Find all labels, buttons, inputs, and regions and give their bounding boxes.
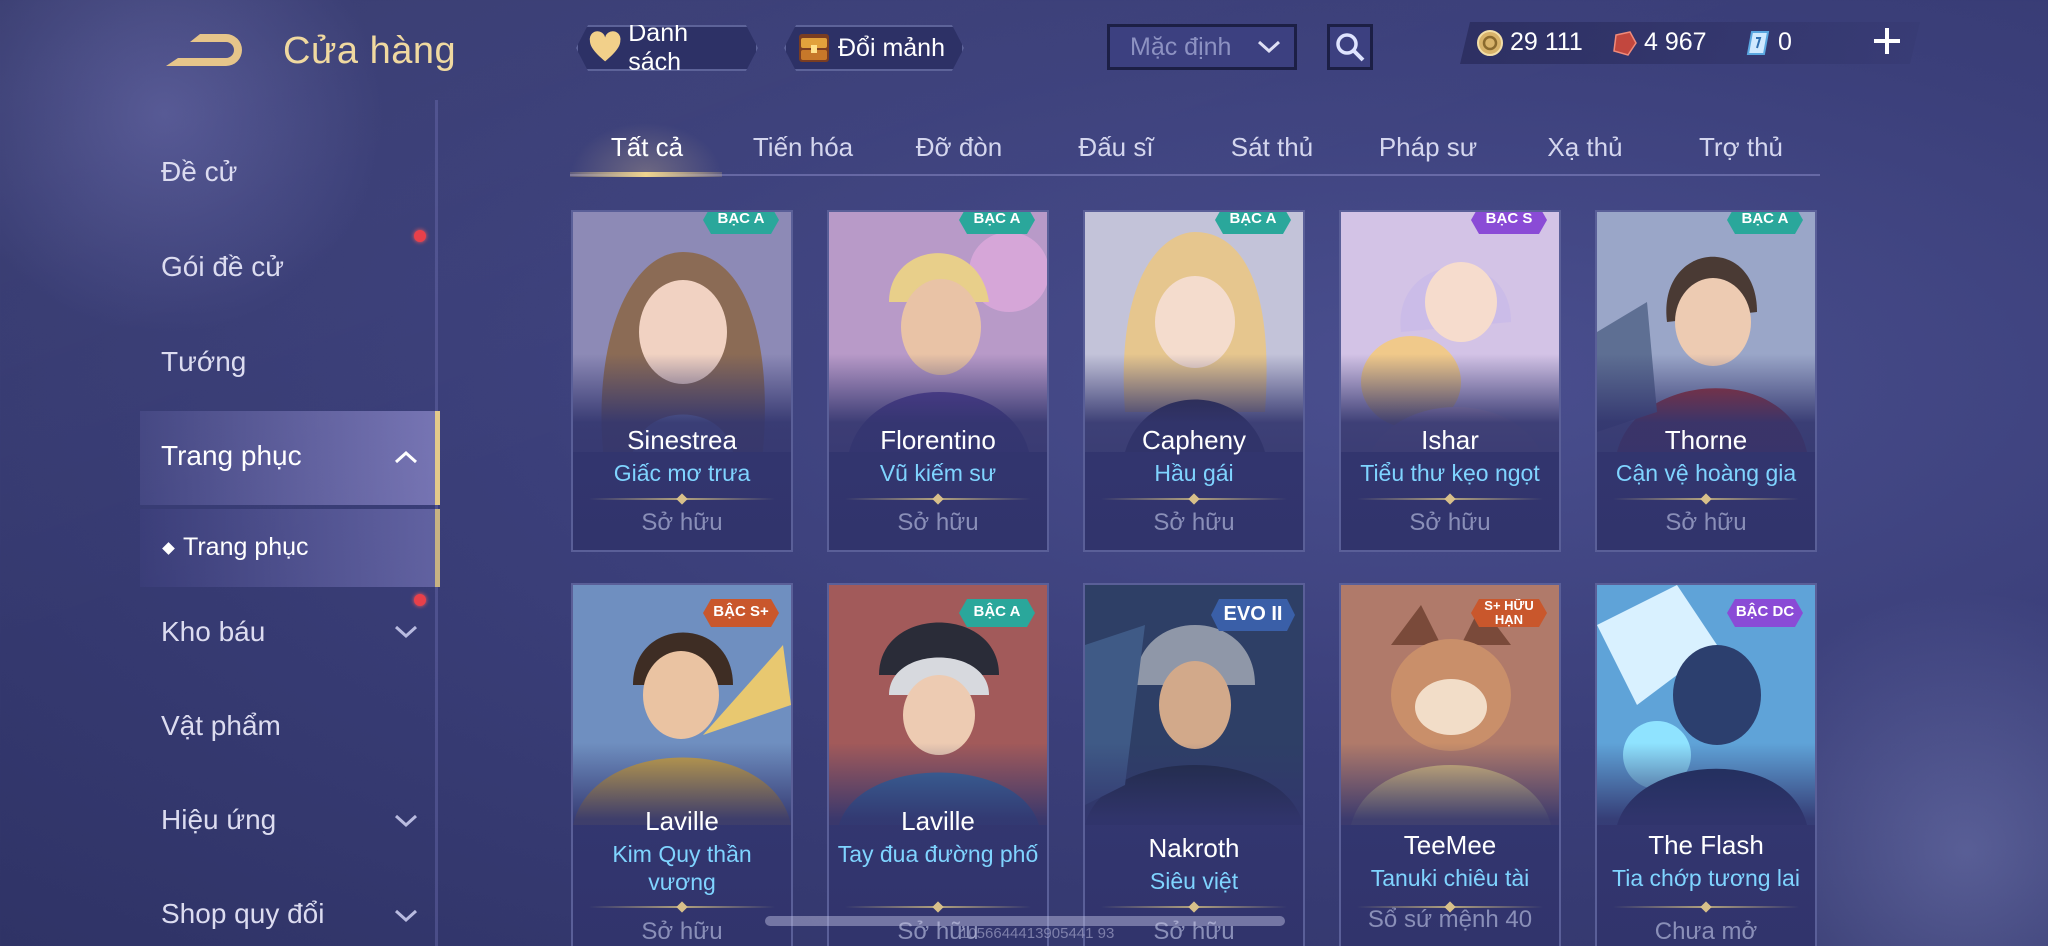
tier-badge: S+ HỮU HẠN <box>1471 599 1547 627</box>
hero-name: Thorne <box>1664 425 1748 455</box>
skin-card[interactable]: BẬC A Laville Tay đua đường phố Sở hữu <box>827 583 1049 946</box>
hero-name: Florentino <box>880 425 996 455</box>
list-button-label: Danh sách <box>628 19 689 76</box>
chevron-down-icon <box>394 625 418 639</box>
skin-name: Tiểu thư kẹo ngọt <box>1360 460 1540 486</box>
ownership-status: Sở hữu <box>641 918 723 945</box>
skin-card[interactable]: BẬC S Ishar Tiểu thư kẹo ngọt Sở hữu <box>1339 210 1561 552</box>
ruby-balance: 4 967 <box>1610 28 1707 57</box>
list-button[interactable]: Danh sách <box>576 25 758 71</box>
ownership-status: Sở hữu <box>897 509 979 536</box>
skin-name: Siêu việt <box>1149 868 1239 894</box>
hero-name: Capheny <box>1141 425 1247 455</box>
sidebar-subitem-skins[interactable]: Trang phục <box>162 533 309 562</box>
search-button[interactable] <box>1327 24 1373 70</box>
ruby-gem-icon <box>1613 30 1637 56</box>
tab-fighter[interactable]: Đấu sĩ <box>1038 132 1194 163</box>
ruby-amount: 4 967 <box>1644 28 1707 56</box>
heart-icon <box>588 30 622 66</box>
sidebar-item-featured-packs[interactable]: Gói đề cử <box>161 251 284 283</box>
notification-dot <box>414 594 426 606</box>
tab-tank[interactable]: Đỡ đòn <box>881 132 1037 163</box>
skin-name: Kim Quy thần vương <box>612 841 752 895</box>
sidebar-item-effects[interactable]: Hiệu ứng <box>161 804 276 836</box>
chevron-down-icon <box>394 909 418 923</box>
skin-card[interactable]: S+ HỮU HẠN TeeMee Tanuki chiêu tài Sổ sứ… <box>1339 583 1561 946</box>
tab-support[interactable]: Trợ thủ <box>1663 132 1819 163</box>
tier-badge: EVO II <box>1211 599 1295 631</box>
exchange-button-label: Đổi mảnh <box>838 33 945 62</box>
chevron-down-icon <box>1257 40 1281 54</box>
tier-badge: BẬC DC <box>1727 599 1803 627</box>
tab-mage[interactable]: Pháp sư <box>1350 132 1506 163</box>
skin-name: Vũ kiếm sư <box>879 460 997 486</box>
bullet-diamond-icon <box>162 542 175 555</box>
back-button[interactable] <box>160 30 246 74</box>
voucher-amount: 0 <box>1778 28 1792 56</box>
sort-value: Mặc định <box>1130 32 1232 61</box>
tier-badge: BẬC A <box>959 210 1035 234</box>
hero-name: Sinestrea <box>627 425 737 455</box>
skin-name: Giấc mơ trưa <box>613 460 751 486</box>
sidebar-item-treasure[interactable]: Kho báu <box>161 616 265 648</box>
skin-card[interactable]: BẬC DC The Flash Tia chớp tương lai Chưa… <box>1595 583 1817 946</box>
tier-badge: BẬC S <box>1471 210 1547 234</box>
ownership-status: Sở hữu <box>1153 509 1235 536</box>
hero-name: Nakroth <box>1148 833 1240 863</box>
tier-badge: BẬC A <box>1215 210 1291 234</box>
page-title: Cửa hàng <box>283 30 457 72</box>
hero-name: Laville <box>645 806 719 836</box>
notification-dot <box>414 230 426 242</box>
sidebar-item-skins[interactable]: Trang phục <box>161 440 302 472</box>
gold-coin-icon <box>1477 29 1503 56</box>
tier-badge: BẬC S+ <box>703 599 779 627</box>
tab-marksman[interactable]: Xạ thủ <box>1507 132 1663 163</box>
sidebar-item-items[interactable]: Vật phẩm <box>161 710 281 742</box>
skin-name: Tay đua đường phố <box>837 841 1039 867</box>
hero-name: TeeMee <box>1403 830 1497 860</box>
user-id-watermark: 1056644413905441 93 <box>960 925 1115 942</box>
ownership-status: Sở hữu <box>1665 509 1747 536</box>
skin-name: Hầu gái <box>1154 460 1234 486</box>
sidebar-item-heroes[interactable]: Tướng <box>161 346 246 378</box>
skin-card[interactable]: BẬC A Florentino Vũ kiếm sư Sở hữu <box>827 210 1049 552</box>
voucher-icon <box>1746 30 1770 55</box>
skin-card[interactable]: BẬC S+ Laville Kim Quy thần vương Sở hữu <box>571 583 793 946</box>
sort-dropdown[interactable]: Mặc định <box>1107 24 1297 70</box>
skin-card[interactable]: BẬC A Capheny Hầu gái Sở hữu <box>1083 210 1305 552</box>
skin-card[interactable]: BẬC A Thorne Cận vệ hoàng gia Sở hữu <box>1595 210 1817 552</box>
search-icon <box>1336 33 1365 62</box>
exchange-shards-button[interactable]: Đổi mảnh <box>784 25 964 71</box>
mission-book-status: Sổ sứ mệnh 40 <box>1367 906 1533 933</box>
tier-badge: BẬC A <box>959 599 1035 627</box>
chevron-down-icon <box>394 814 418 828</box>
sidebar-item-exchange-shop[interactable]: Shop quy đổi <box>161 898 324 930</box>
treasure-chest-icon <box>796 30 832 66</box>
tab-evolution[interactable]: Tiến hóa <box>725 132 881 163</box>
sidebar-subitem-label: Trang phục <box>183 533 309 561</box>
gold-amount: 29 111 <box>1510 28 1583 56</box>
skin-card[interactable]: EVO II Nakroth Siêu việt Sở hữu <box>1083 583 1305 946</box>
add-currency-button[interactable] <box>1870 24 1904 58</box>
tier-badge: BẬC A <box>703 210 779 234</box>
chevron-up-icon <box>394 450 418 464</box>
hero-name: The Flash <box>1648 830 1764 860</box>
skin-name: Tanuki chiêu tài <box>1370 865 1530 891</box>
skin-card[interactable]: BẬC A Sinestrea Giấc mơ trưa Sở hữu <box>571 210 793 552</box>
tab-all[interactable]: Tất cả <box>569 132 725 163</box>
tab-active-underline <box>570 172 722 177</box>
tab-assassin[interactable]: Sát thủ <box>1194 132 1350 163</box>
hero-name: Laville <box>901 806 975 836</box>
skin-name: Cận vệ hoàng gia <box>1615 460 1797 486</box>
tier-badge: BẬC A <box>1727 210 1803 234</box>
tabs-rule <box>570 174 1820 176</box>
locked-status: Chưa mở <box>1654 918 1758 945</box>
ownership-status: Sở hữu <box>1409 509 1491 536</box>
sidebar-item-featured[interactable]: Đề cử <box>161 156 237 188</box>
ownership-status: Sở hữu <box>641 509 723 536</box>
skin-name: Tia chớp tương lai <box>1612 865 1800 891</box>
hero-name: Ishar <box>1421 425 1479 455</box>
gold-balance: 29 111 <box>1476 28 1583 57</box>
voucher-balance: 0 <box>1744 28 1792 57</box>
